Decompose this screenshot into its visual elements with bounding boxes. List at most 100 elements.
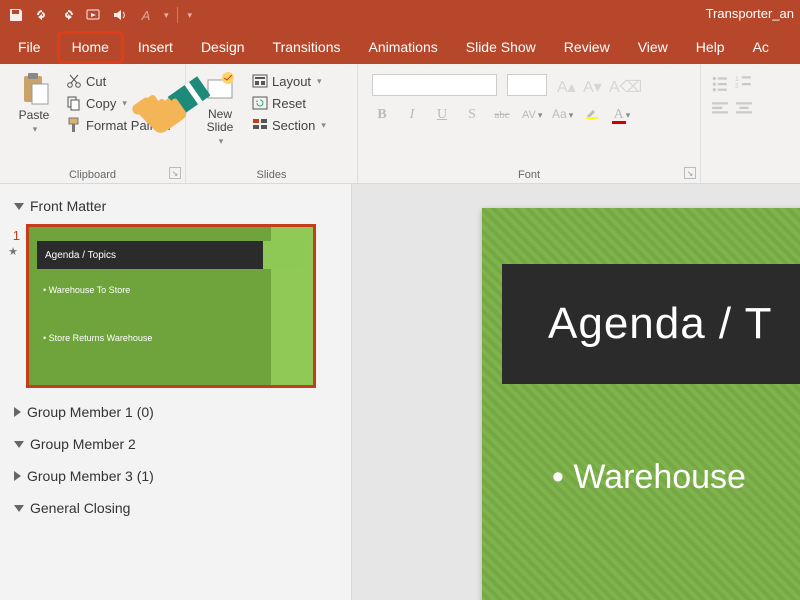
clipboard-dialog-launcher[interactable]: ↘	[169, 167, 181, 179]
tab-review[interactable]: Review	[550, 31, 624, 64]
slide[interactable]: Agenda / T • Warehouse	[482, 208, 800, 600]
layout-label: Layout	[272, 74, 311, 89]
start-from-beginning-icon[interactable]	[84, 5, 104, 25]
tab-animations[interactable]: Animations	[354, 31, 451, 64]
align-center-icon[interactable]	[735, 100, 753, 116]
font-name-combo[interactable]	[372, 74, 497, 96]
slide-thumbnail[interactable]: Agenda / Topics • Warehouse To Store • S…	[26, 224, 316, 388]
disclosure-triangle-icon	[14, 471, 21, 481]
format-painter-icon	[66, 117, 82, 133]
new-slide-icon	[204, 72, 236, 106]
paste-icon	[18, 72, 50, 106]
section-group-1[interactable]: Group Member 1 (0)	[0, 396, 351, 428]
font-color-button[interactable]: A	[612, 107, 632, 123]
group-paragraph: 12	[701, 64, 763, 183]
ribbon: Paste Cut Copy Format Painter Clipboard	[0, 64, 800, 184]
disclosure-triangle-icon	[14, 441, 24, 448]
reset-button[interactable]: Reset	[248, 94, 330, 112]
copy-button[interactable]: Copy	[62, 94, 176, 112]
section-button[interactable]: Section	[248, 116, 330, 134]
section-icon	[252, 117, 268, 133]
clipboard-group-label: Clipboard	[6, 167, 179, 181]
grow-font-icon[interactable]: A▴	[557, 77, 573, 93]
volume-icon[interactable]	[110, 5, 130, 25]
ribbon-tabs: File Home Insert Design Transitions Anim…	[0, 30, 800, 64]
title-bar: A Transporter_an	[0, 0, 800, 30]
font-size-combo[interactable]	[507, 74, 547, 96]
format-painter-label: Format Painter	[86, 118, 172, 133]
tab-view[interactable]: View	[624, 31, 682, 64]
bold-button[interactable]: B	[372, 107, 392, 123]
copy-icon	[66, 95, 82, 111]
save-icon[interactable]	[6, 5, 26, 25]
new-slide-button[interactable]: New Slide	[192, 68, 248, 147]
cut-icon	[66, 73, 82, 89]
format-painter-button[interactable]: Format Painter	[62, 116, 176, 134]
bullets-icon[interactable]	[711, 74, 729, 90]
redo-icon[interactable]	[58, 5, 78, 25]
slide-number: 1	[6, 224, 20, 243]
paste-button[interactable]: Paste	[6, 68, 62, 135]
reset-icon	[252, 95, 268, 111]
tab-acrobat[interactable]: Ac	[739, 31, 783, 64]
font-dialog-launcher[interactable]: ↘	[684, 167, 696, 179]
shadow-button[interactable]: S	[462, 107, 482, 123]
italic-button[interactable]: I	[402, 107, 422, 123]
layout-icon	[252, 73, 268, 89]
quick-access-toolbar: A	[6, 5, 192, 25]
new-slide-label: New Slide	[207, 108, 234, 134]
layout-button[interactable]: Layout	[248, 72, 330, 90]
thumb-title: Agenda / Topics	[37, 241, 263, 269]
paste-label: Paste	[19, 108, 50, 122]
disclosure-triangle-icon	[14, 407, 21, 417]
animation-star-icon: ★	[8, 245, 18, 258]
highlight-button[interactable]	[582, 104, 602, 125]
tab-slideshow[interactable]: Slide Show	[452, 31, 550, 64]
underline-button[interactable]: U	[432, 107, 452, 123]
numbering-icon[interactable]: 12	[735, 74, 753, 90]
tab-insert[interactable]: Insert	[124, 31, 187, 64]
disclosure-triangle-icon	[14, 505, 24, 512]
slide-bullet[interactable]: • Warehouse	[552, 458, 746, 497]
svg-text:2: 2	[735, 83, 739, 90]
change-case-button[interactable]: Aa	[552, 107, 572, 122]
tab-transitions[interactable]: Transitions	[259, 31, 355, 64]
copy-label: Copy	[86, 96, 116, 111]
section-label: Group Member 1 (0)	[27, 404, 154, 420]
slide-canvas-area[interactable]: Agenda / T • Warehouse	[352, 184, 800, 600]
section-general-closing[interactable]: General Closing	[0, 492, 351, 524]
clear-format-icon[interactable]: A⌫	[609, 77, 625, 93]
slide-title[interactable]: Agenda / T	[502, 264, 800, 384]
font-group-label: Font	[364, 167, 694, 181]
strike-button[interactable]: abc	[492, 109, 512, 121]
tab-design[interactable]: Design	[187, 31, 259, 64]
document-title: Transporter_an	[706, 6, 794, 21]
disclosure-triangle-icon	[14, 203, 24, 210]
thumb-bullet: • Store Returns Warehouse	[43, 333, 152, 343]
tab-file[interactable]: File	[12, 31, 57, 64]
tab-home[interactable]: Home	[57, 31, 124, 64]
align-left-icon[interactable]	[711, 100, 729, 116]
thumb-bullet: • Warehouse To Store	[43, 285, 130, 295]
font-style-icon[interactable]: A	[136, 5, 156, 25]
outline-panel[interactable]: Front Matter 1 ★ Agenda / Topics • Wareh…	[0, 184, 352, 600]
section-label: General Closing	[30, 500, 130, 516]
group-clipboard: Paste Cut Copy Format Painter Clipboard	[0, 64, 186, 183]
section-front-matter[interactable]: Front Matter	[0, 190, 351, 222]
undo-icon[interactable]	[32, 5, 52, 25]
dropdown-caret-icon	[33, 124, 38, 135]
section-group-3[interactable]: Group Member 3 (1)	[0, 460, 351, 492]
section-label: Group Member 2	[30, 436, 136, 452]
tab-help[interactable]: Help	[682, 31, 739, 64]
section-label: Group Member 3 (1)	[27, 468, 154, 484]
section-label: Front Matter	[30, 198, 106, 214]
section-group-2[interactable]: Group Member 2	[0, 428, 351, 460]
qat-separator	[177, 7, 178, 23]
group-slides: New Slide Layout Reset Section Slides	[186, 64, 358, 183]
reset-label: Reset	[272, 96, 306, 111]
slides-group-label: Slides	[192, 167, 351, 181]
shrink-font-icon[interactable]: A▾	[583, 77, 599, 93]
char-spacing-button[interactable]: AV	[522, 109, 542, 121]
cut-label: Cut	[86, 74, 106, 89]
cut-button[interactable]: Cut	[62, 72, 176, 90]
